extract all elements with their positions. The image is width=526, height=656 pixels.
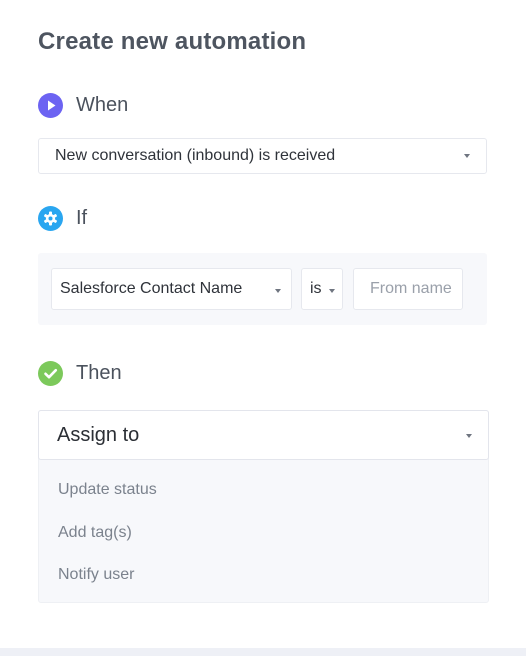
action-option-add-tags[interactable]: Add tag(s) (58, 524, 132, 542)
if-section-header: If (38, 206, 87, 231)
gear-icon (38, 206, 63, 231)
action-select[interactable]: Assign to (38, 410, 489, 460)
condition-field-select[interactable]: Salesforce Contact Name (51, 268, 292, 310)
action-option-update-status[interactable]: Update status (58, 481, 157, 499)
when-label: When (76, 94, 129, 116)
chevron-down-icon (275, 289, 281, 293)
chevron-down-icon (464, 154, 470, 158)
action-option-notify-user[interactable]: Notify user (58, 566, 134, 584)
automation-page: Create new automation When New conversat… (0, 0, 526, 656)
if-label: If (76, 207, 88, 229)
then-section-header: Then (38, 361, 122, 386)
play-icon (38, 93, 63, 118)
when-section-header: When (38, 93, 128, 118)
chevron-down-icon (466, 434, 472, 438)
condition-value-input[interactable]: From name (353, 268, 463, 310)
checkmark-icon (38, 361, 63, 386)
condition-operator-value: is (310, 280, 322, 297)
then-label: Then (76, 362, 122, 384)
page-title: Create new automation (38, 28, 307, 55)
condition-field-value: Salesforce Contact Name (60, 280, 243, 297)
bottom-divider (0, 648, 526, 656)
chevron-down-icon (329, 289, 335, 293)
trigger-select-value: New conversation (inbound) is received (55, 147, 336, 164)
action-select-value: Assign to (57, 423, 140, 446)
trigger-select[interactable]: New conversation (inbound) is received (38, 138, 487, 174)
condition-operator-select[interactable]: is (301, 268, 343, 310)
